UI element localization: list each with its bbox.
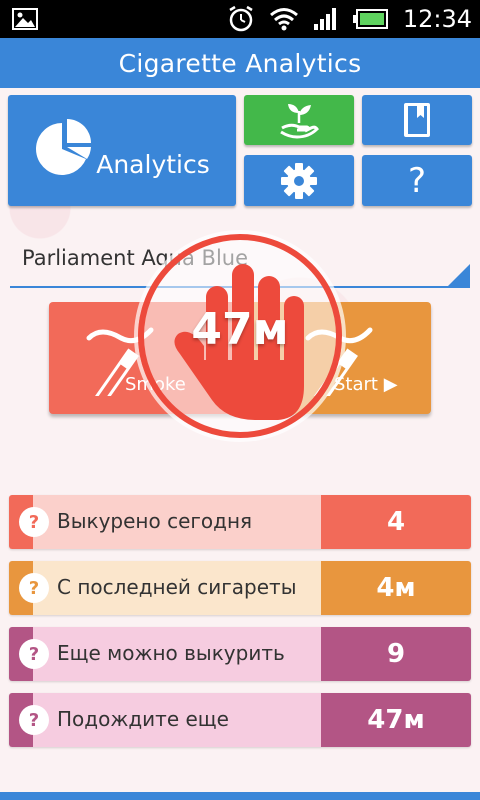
stat-value-area: 47м (321, 693, 471, 747)
stat-label-area: Выкурено сегодня (33, 495, 321, 549)
stat-value-area: 4 (321, 495, 471, 549)
dropdown-arrow-icon (448, 264, 470, 286)
stat-since-last: С последней сигареты ? 4м (9, 561, 471, 615)
stat-value: 4 (386, 507, 406, 537)
stat-value-area: 9 (321, 627, 471, 681)
bottom-bar (0, 792, 480, 800)
wifi-icon (269, 8, 298, 31)
start-label: Start ▶ (334, 374, 398, 395)
health-button[interactable] (244, 95, 354, 145)
stat-label-area: Подождите еще (33, 693, 321, 747)
wait-timer-overlay: 47м (138, 234, 342, 438)
stat-value: 47м (367, 705, 425, 735)
info-icon[interactable]: ? (19, 705, 49, 735)
stat-label: Еще можно выкурить (57, 641, 285, 665)
gear-icon (281, 162, 317, 199)
stat-wait-more: Подождите еще ? 47м (9, 693, 471, 747)
stat-value: 9 (386, 639, 406, 669)
help-button[interactable]: ? (362, 155, 472, 206)
alarm-icon (229, 5, 253, 32)
image-notification-icon (12, 8, 38, 30)
book-icon (404, 103, 430, 137)
hand-plant-icon (280, 104, 319, 139)
analytics-button[interactable]: Analytics (8, 95, 236, 206)
app-title-bar: Cigarette Analytics (0, 38, 480, 88)
help-label: ? (407, 160, 427, 201)
stat-label: Выкурено сегодня (57, 509, 253, 533)
status-bar: 12:34 (0, 0, 480, 38)
info-icon[interactable]: ? (19, 639, 49, 669)
timer-value: 47м (191, 304, 289, 355)
stat-value: 4м (376, 573, 416, 603)
settings-button[interactable] (244, 155, 354, 206)
analytics-label: Analytics (96, 150, 210, 179)
stat-label-area: С последней сигареты (33, 561, 321, 615)
info-icon[interactable]: ? (19, 507, 49, 537)
stat-label: С последней сигареты (57, 575, 297, 599)
pie-chart-icon (36, 118, 92, 175)
stat-label: Подождите еще (57, 707, 229, 731)
battery-icon (352, 9, 388, 29)
clock: 12:34 (402, 5, 472, 33)
stat-label-area: Еще можно выкурить (33, 627, 321, 681)
stat-value-area: 4м (321, 561, 471, 615)
stat-can-smoke: Еще можно выкурить ? 9 (9, 627, 471, 681)
signal-icon (313, 8, 336, 30)
info-icon[interactable]: ? (19, 573, 49, 603)
diary-button[interactable] (362, 95, 472, 145)
stat-smoked-today: Выкурено сегодня ? 4 (9, 495, 471, 549)
app-title: Cigarette Analytics (118, 48, 362, 78)
